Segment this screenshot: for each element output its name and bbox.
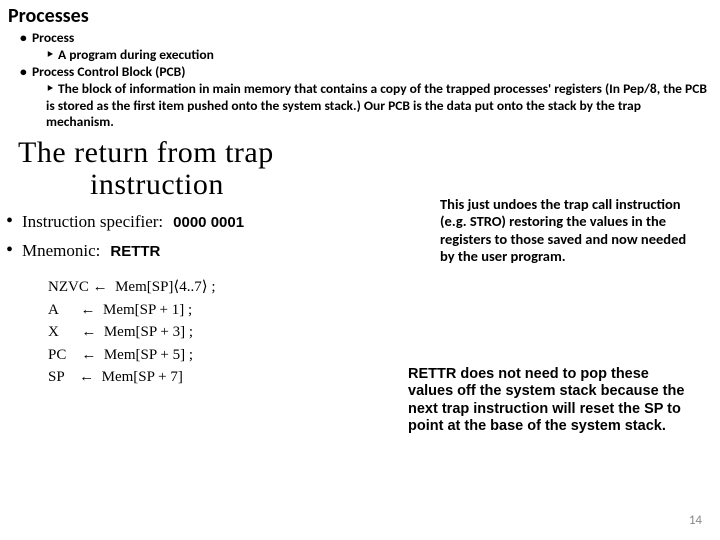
bullet-text: The block of information in main memory … — [46, 80, 707, 131]
annotation-trap-undo: This just undoes the trap call instructi… — [440, 196, 688, 266]
section-title-line1: The return from trap — [18, 137, 720, 169]
page-number: 14 — [689, 513, 702, 528]
mnem-value: RETTR — [110, 243, 160, 260]
math-row: NZVC ← Mem[SP]⟨4..7⟩ ; — [48, 276, 720, 299]
math-row: A ← Mem[SP + 1] ; — [48, 299, 720, 322]
spec-label: Instruction specifier: — [22, 212, 163, 232]
mnem-label: Mnemonic: — [22, 241, 100, 261]
section-title: The return from trap instruction — [0, 131, 720, 200]
bullet-text: Process Control Block (PCB) — [32, 63, 185, 80]
bullet-process: Process — [12, 30, 708, 47]
math-row: PC ← Mem[SP + 5] ; — [48, 344, 720, 367]
math-row: X ← Mem[SP + 3] ; — [48, 321, 720, 344]
bullet-pcb: Process Control Block (PCB) — [12, 64, 708, 81]
bullet-icon: • — [6, 239, 22, 262]
slide-title: Processes — [0, 0, 720, 30]
spec-value: 0000 0001 — [173, 214, 244, 231]
bullet-text: Process — [32, 29, 74, 46]
subbullet-pcb-desc: The block of information in main memory … — [12, 81, 708, 132]
subbullet-program: A program during execution — [12, 47, 708, 64]
bullet-list: Process A program during execution Proce… — [0, 30, 720, 131]
bullet-text: A program during execution — [58, 46, 214, 63]
annotation-rettr-stack: RETTR does not need to pop these values … — [408, 366, 694, 436]
bullet-icon: • — [6, 210, 22, 233]
